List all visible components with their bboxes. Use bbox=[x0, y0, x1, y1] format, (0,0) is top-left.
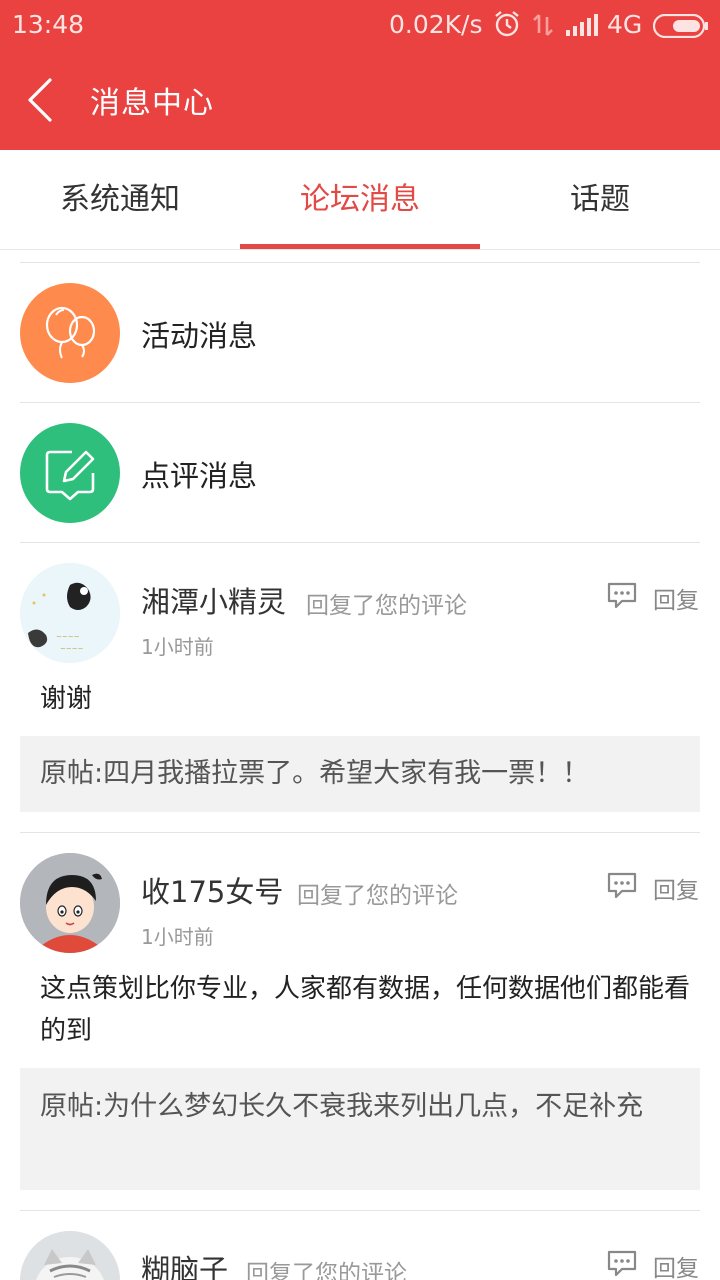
signal-icon bbox=[566, 14, 600, 40]
status-bar: 13:48 0.02K/s 4G bbox=[0, 0, 720, 52]
tab-bar: 系统通知 论坛消息 话题 bbox=[0, 150, 720, 250]
svg-text:~~~~: ~~~~ bbox=[60, 645, 84, 653]
edit-comment-icon bbox=[20, 423, 120, 523]
reply-action-text: 回复了您的评论 bbox=[306, 593, 467, 619]
timestamp: 1小时前 bbox=[141, 925, 214, 949]
reply-label: 回复 bbox=[653, 1256, 699, 1280]
reply-button[interactable]: 回复 bbox=[606, 871, 706, 905]
active-tab-indicator bbox=[240, 244, 480, 249]
svg-text:~~~~: ~~~~ bbox=[56, 633, 80, 641]
tab-system-notice[interactable]: 系统通知 bbox=[0, 150, 240, 250]
comment-icon bbox=[607, 872, 637, 899]
message-content: 谢谢 bbox=[40, 684, 93, 714]
reply-button[interactable]: 回复 bbox=[606, 581, 706, 615]
tab-topics[interactable]: 话题 bbox=[480, 150, 720, 250]
back-button[interactable] bbox=[18, 72, 64, 128]
chevron-left-icon bbox=[28, 78, 52, 122]
activity-messages-label: 活动消息 bbox=[141, 319, 258, 353]
original-post[interactable]: 原帖:为什么梦幻长久不衰我来列出几点，不足补充 bbox=[20, 1068, 700, 1190]
alarm-icon bbox=[493, 10, 521, 42]
comment-icon bbox=[607, 582, 637, 609]
status-network-speed: 0.02K/s bbox=[389, 10, 483, 39]
data-transfer-icon bbox=[532, 13, 554, 41]
avatar[interactable] bbox=[20, 853, 120, 953]
reply-label: 回复 bbox=[653, 588, 699, 614]
message-item[interactable]: ~~~~ ~~~~ 湘潭小精灵 回复了您的评论 1小时前 回复 谢谢 原帖:四月… bbox=[0, 543, 720, 832]
reply-button[interactable]: 回复 bbox=[606, 1249, 706, 1280]
original-post[interactable]: 原帖:四月我播拉票了。希望大家有我一票！！ bbox=[20, 736, 700, 812]
battery-icon bbox=[652, 13, 709, 42]
activity-messages-row[interactable]: 活动消息 bbox=[0, 263, 720, 403]
app-header: 13:48 0.02K/s 4G 消息中心 bbox=[0, 0, 720, 150]
reply-label: 回复 bbox=[653, 878, 699, 904]
network-type: 4G bbox=[607, 10, 643, 39]
comment-icon bbox=[607, 1250, 637, 1277]
reply-action-text: 回复了您的评论 bbox=[297, 883, 458, 909]
username[interactable]: 收175女号 bbox=[141, 869, 283, 911]
message-content: 这点策划比你专业，人家都有数据，任何数据他们都能看的到 bbox=[40, 974, 691, 1046]
review-messages-row[interactable]: 点评消息 bbox=[0, 403, 720, 543]
balloon-icon bbox=[20, 283, 120, 383]
page-title: 消息中心 bbox=[90, 86, 214, 121]
username[interactable]: 湘潭小精灵 bbox=[141, 579, 286, 621]
reply-action-text: 回复了您的评论 bbox=[246, 1261, 407, 1280]
message-item[interactable]: 收175女号 回复了您的评论 1小时前 回复 这点策划比你专业，人家都有数据，任… bbox=[0, 833, 720, 1210]
review-messages-label: 点评消息 bbox=[141, 459, 258, 493]
avatar[interactable] bbox=[20, 1231, 120, 1280]
username[interactable]: 糊脑子 bbox=[141, 1247, 228, 1280]
avatar[interactable]: ~~~~ ~~~~ bbox=[20, 563, 120, 663]
timestamp: 1小时前 bbox=[141, 635, 214, 659]
tab-forum-messages[interactable]: 论坛消息 bbox=[240, 150, 480, 250]
message-item[interactable]: 糊脑子 回复了您的评论 回复 bbox=[0, 1211, 720, 1280]
status-time: 13:48 bbox=[12, 10, 85, 39]
